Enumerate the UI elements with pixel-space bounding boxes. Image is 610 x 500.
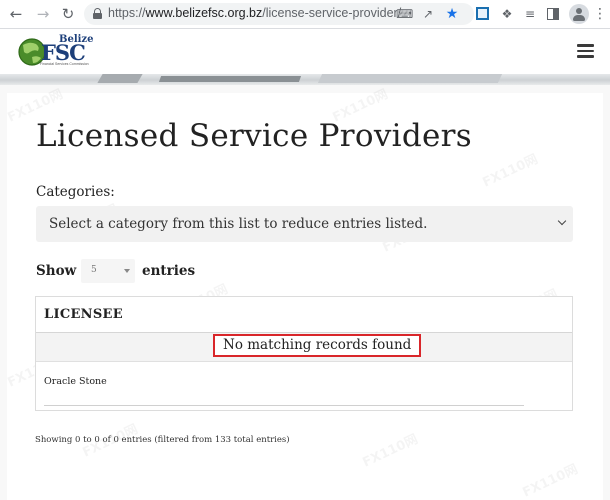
- chevron-down-icon: [559, 218, 567, 226]
- category-select[interactable]: Select a category from this list to redu…: [36, 206, 573, 242]
- licensee-table: LICENSEE No matching records found Oracl…: [35, 296, 573, 411]
- show-label: Show: [36, 263, 77, 279]
- site-header: Belize FSC Financial Services Commission: [0, 29, 610, 74]
- category-select-value: Select a category from this list to redu…: [49, 216, 428, 232]
- entries-length-value: 5: [91, 265, 97, 275]
- table-header-row: LICENSEE: [36, 297, 572, 333]
- url-scheme: https://: [108, 6, 146, 20]
- hero-image-strip: [0, 74, 610, 85]
- forward-arrow-icon[interactable]: →: [33, 4, 53, 24]
- address-bar[interactable]: https://www.belizefsc.org.bz/license-ser…: [84, 3, 474, 25]
- logo-tagline: Financial Services Commission: [40, 62, 89, 66]
- share-icon[interactable]: ↗: [420, 6, 436, 22]
- url-text[interactable]: https://www.belizefsc.org.bz/license-ser…: [108, 6, 401, 20]
- entries-label: entries: [142, 263, 196, 279]
- lock-icon[interactable]: [93, 8, 102, 19]
- extension-icon[interactable]: [474, 6, 490, 22]
- categories-label: Categories:: [36, 184, 115, 200]
- back-arrow-icon[interactable]: ←: [6, 4, 26, 24]
- belize-fsc-logo[interactable]: Belize FSC Financial Services Commission: [18, 34, 94, 69]
- empty-results-row: No matching records found: [36, 333, 572, 362]
- page-title: Licensed Service Providers: [36, 118, 473, 154]
- reading-list-icon[interactable]: ≡: [522, 6, 538, 22]
- no-records-message: No matching records found: [213, 334, 422, 357]
- table-row: Oracle Stone: [36, 362, 572, 410]
- url-path: /license-service-provider/: [262, 6, 402, 20]
- kebab-menu-icon[interactable]: ⋮: [592, 6, 608, 22]
- translate-icon[interactable]: ⌨: [396, 6, 413, 22]
- url-host: www.belizefsc.org.bz: [145, 6, 263, 20]
- entries-length-select[interactable]: 5: [81, 259, 135, 283]
- star-icon[interactable]: ★: [444, 6, 460, 22]
- column-header-licensee[interactable]: LICENSEE: [44, 307, 123, 322]
- caret-down-icon: [124, 269, 130, 273]
- licensee-name[interactable]: Oracle Stone: [44, 376, 107, 387]
- reload-icon[interactable]: ↻: [58, 4, 78, 24]
- hamburger-menu-icon[interactable]: [577, 44, 594, 58]
- side-panel-icon[interactable]: [545, 6, 561, 22]
- profile-icon[interactable]: [569, 4, 589, 24]
- puzzle-icon[interactable]: ❖: [499, 6, 515, 22]
- row-divider: [44, 405, 524, 406]
- browser-toolbar: ← → ↻ https://www.belizefsc.org.bz/licen…: [0, 0, 610, 29]
- table-info: Showing 0 to 0 of 0 entries (filtered fr…: [35, 435, 290, 445]
